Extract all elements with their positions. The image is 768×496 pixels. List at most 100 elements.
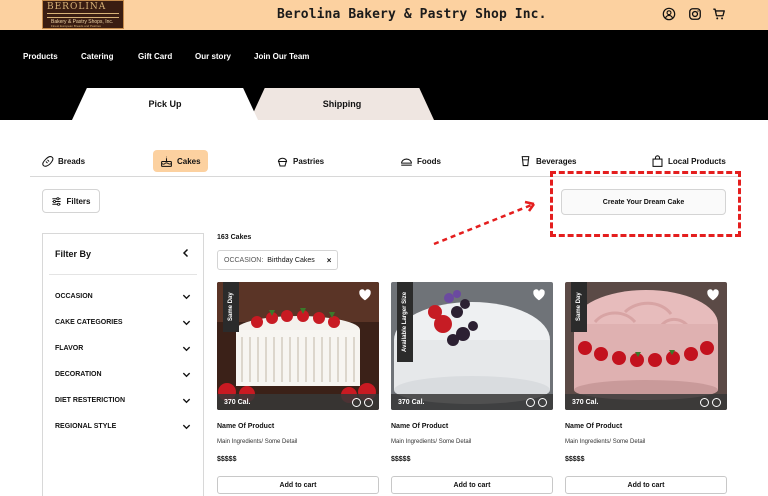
category-cakes[interactable]: Cakes xyxy=(153,150,208,172)
tab-pick-up[interactable]: Pick Up xyxy=(72,88,258,120)
filter-occasion[interactable]: OCCASION xyxy=(55,289,191,303)
logo-tagline: Finest European Breads and Pastries xyxy=(51,24,101,28)
filters-button[interactable]: Filters xyxy=(42,189,100,213)
product-card[interactable]: Same Day 370 Cal. Name Of Product Main I… xyxy=(565,282,727,496)
category-label: Local Products xyxy=(668,156,726,166)
category-pastries[interactable]: Pastries xyxy=(276,150,324,172)
filter-label: REGIONAL STYLE xyxy=(55,422,117,430)
calories-text: 370 Cal. xyxy=(398,398,425,406)
cake-photo xyxy=(565,282,727,410)
calories-bar: 370 Cal. xyxy=(565,394,727,410)
chevron-down-icon xyxy=(182,320,191,325)
product-ribbon: Same Day xyxy=(571,282,587,332)
filter-regional-style[interactable]: REGIONAL STYLE xyxy=(55,419,191,433)
filter-label: DECORATION xyxy=(55,370,102,378)
product-ribbon: Available Larger Size xyxy=(397,282,413,362)
filter-label: DIET RESTERICTION xyxy=(55,396,126,404)
product-name[interactable]: Name Of Product xyxy=(565,423,622,430)
chevron-down-icon xyxy=(182,398,191,403)
diet-badge-icon xyxy=(352,398,361,407)
add-to-cart-button[interactable]: Add to cart xyxy=(565,476,727,494)
nav-our-story[interactable]: Our story xyxy=(195,52,231,61)
add-to-cart-button[interactable]: Add to cart xyxy=(391,476,553,494)
product-detail: Main Ingredients/ Some Detail xyxy=(217,439,298,445)
cake-photo xyxy=(217,282,379,410)
nav-join-team[interactable]: Join Our Team xyxy=(254,52,309,61)
vegan-badge-icon xyxy=(364,398,373,407)
heart-icon[interactable] xyxy=(706,288,720,302)
add-to-cart-button[interactable]: Add to cart xyxy=(217,476,379,494)
category-local-products[interactable]: Local Products xyxy=(651,150,726,172)
beverage-icon xyxy=(521,155,530,166)
filter-label: FLAVOR xyxy=(55,344,84,352)
active-filter-chip[interactable]: OCCASION: Birthday Cakes × xyxy=(217,250,339,270)
filter-cake-categories[interactable]: CAKE CATEGORIES xyxy=(55,315,191,329)
calories-text: 370 Cal. xyxy=(572,398,599,406)
heart-icon[interactable] xyxy=(358,288,372,302)
product-name[interactable]: Name Of Product xyxy=(391,423,448,430)
category-label: Foods xyxy=(417,156,441,166)
close-icon[interactable]: × xyxy=(327,256,332,265)
category-foods[interactable]: Foods xyxy=(400,150,441,172)
product-detail: Main Ingredients/ Some Detail xyxy=(391,439,472,445)
nav-catering[interactable]: Catering xyxy=(81,52,113,61)
vegan-badge-icon xyxy=(538,398,547,407)
product-image[interactable]: Available Larger Size 370 Cal. xyxy=(391,282,553,410)
calories-bar: 370 Cal. xyxy=(217,394,379,410)
top-header: BEROLINA Bakery & Pastry Shops, Inc. Fin… xyxy=(0,0,768,30)
calories-bar: 370 Cal. xyxy=(391,394,553,410)
filter-decoration[interactable]: DECORATION xyxy=(55,367,191,381)
product-card[interactable]: Same Day 370 Cal. Name Of Product Main I… xyxy=(217,282,379,496)
vegan-badge-icon xyxy=(712,398,721,407)
chevron-down-icon xyxy=(182,424,191,429)
cake-photo xyxy=(391,282,553,410)
sidebar-divider xyxy=(49,274,197,275)
filter-label: CAKE CATEGORIES xyxy=(55,318,123,326)
chevron-down-icon xyxy=(182,372,191,377)
filter-flavor[interactable]: FLAVOR xyxy=(55,341,191,355)
cake-icon xyxy=(161,156,172,167)
category-label: Pastries xyxy=(293,156,325,166)
sidebar-title: Filter By xyxy=(55,249,92,259)
cupcake-icon xyxy=(277,157,288,166)
filters-label: Filters xyxy=(66,196,91,206)
food-icon xyxy=(401,158,412,166)
logo-wordmark: BEROLINA xyxy=(47,2,107,12)
annotation-arrow xyxy=(433,200,536,246)
product-price: $$$$$ xyxy=(565,456,585,463)
product-detail: Main Ingredients/ Some Detail xyxy=(565,439,646,445)
product-image[interactable]: Same Day 370 Cal. xyxy=(217,282,379,410)
tab-shipping[interactable]: Shipping xyxy=(250,88,434,120)
product-price: $$$$$ xyxy=(391,456,411,463)
product-name[interactable]: Name Of Product xyxy=(217,423,274,430)
bread-icon xyxy=(42,155,54,167)
chip-value: Birthday Cakes xyxy=(267,256,315,264)
create-dream-cake-button[interactable]: Create Your Dream Cake xyxy=(561,189,726,215)
chevron-down-icon xyxy=(182,294,191,299)
category-label: Breads xyxy=(58,156,86,166)
heart-icon[interactable] xyxy=(532,288,546,302)
instagram-icon[interactable] xyxy=(688,7,702,21)
filter-label: OCCASION xyxy=(55,292,93,300)
category-label: Beverages xyxy=(536,156,577,166)
bag-icon xyxy=(652,154,663,167)
category-label: Cakes xyxy=(177,156,201,166)
calories-text: 370 Cal. xyxy=(224,398,251,406)
product-ribbon: Same Day xyxy=(223,282,239,332)
category-breads[interactable]: Breads xyxy=(41,150,85,172)
chevron-left-icon[interactable] xyxy=(181,248,191,258)
cart-icon[interactable] xyxy=(712,7,726,21)
product-card[interactable]: Available Larger Size 370 Cal. Name Of P… xyxy=(391,282,553,496)
user-icon[interactable] xyxy=(662,7,676,21)
filter-sidebar: Filter By OCCASION CAKE CATEGORIES FLAVO… xyxy=(42,233,204,496)
nav-gift-card[interactable]: Gift Card xyxy=(138,52,172,61)
product-image[interactable]: Same Day 370 Cal. xyxy=(565,282,727,410)
sliders-icon xyxy=(52,196,62,206)
category-beverages[interactable]: Beverages xyxy=(519,150,576,172)
chip-key: OCCASION: xyxy=(224,256,264,264)
nav-products[interactable]: Products xyxy=(23,52,58,61)
chevron-down-icon xyxy=(182,346,191,351)
filter-diet-restriction[interactable]: DIET RESTERICTION xyxy=(55,393,191,407)
brand-logo[interactable]: BEROLINA Bakery & Pastry Shops, Inc. Fin… xyxy=(42,0,124,29)
logo-divider xyxy=(47,13,119,18)
